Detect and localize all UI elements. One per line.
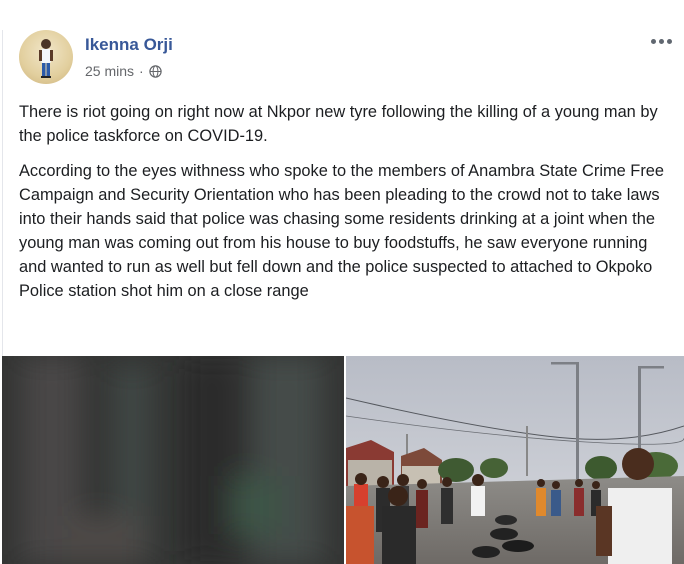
more-options-icon[interactable] (648, 34, 674, 48)
avatar-person-image (39, 39, 53, 78)
post-timestamp[interactable]: 25 mins (85, 63, 134, 79)
post-text-paragraph-2: According to the eyes withness who spoke… (19, 162, 665, 300)
facebook-post: Ikenna Orji 25 mins · There is riot goin… (0, 0, 684, 564)
post-border (2, 30, 3, 356)
post-photo-blurred[interactable] (2, 356, 344, 564)
author-name[interactable]: Ikenna Orji (85, 35, 173, 55)
post-text-paragraph-1: There is riot going on right now at Nkpo… (19, 103, 658, 145)
post-meta: 25 mins · (85, 63, 162, 79)
avatar[interactable] (19, 30, 73, 84)
globe-icon[interactable] (149, 64, 162, 78)
meta-separator: · (139, 63, 144, 79)
post-photo-street-crowd[interactable] (346, 356, 684, 564)
